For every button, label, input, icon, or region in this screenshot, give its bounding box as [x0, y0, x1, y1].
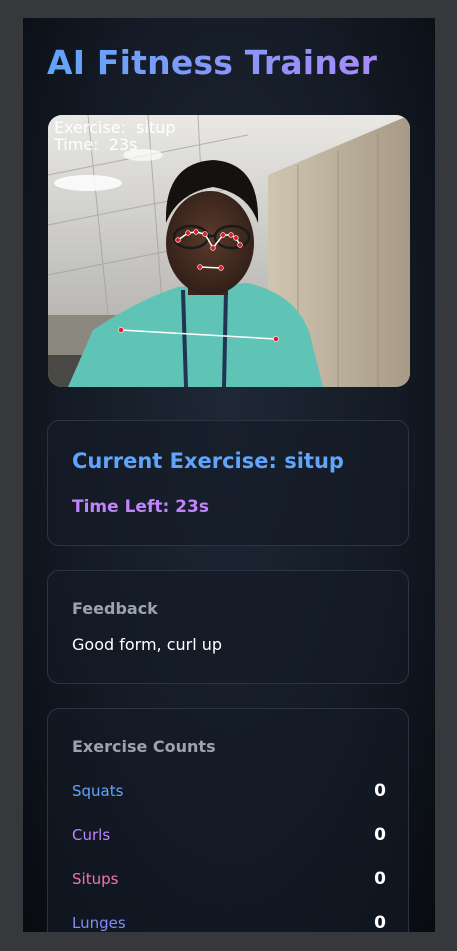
count-name: Lunges	[72, 914, 126, 932]
exercise-counts-card: Exercise Counts Squats 0 Curls 0 Situps …	[47, 708, 409, 932]
count-name: Situps	[72, 870, 119, 888]
feedback-text: Good form, curl up	[72, 635, 223, 654]
count-name: Squats	[72, 782, 124, 800]
count-name: Curls	[72, 826, 111, 844]
current-exercise-label: Current Exercise: situp	[72, 449, 344, 473]
feedback-card: Feedback Good form, curl up	[47, 570, 409, 684]
count-row-curls: Curls 0	[72, 824, 386, 846]
overlay-exercise-text: Exercise: situp	[54, 118, 176, 137]
current-exercise-card: Current Exercise: situp Time Left: 23s	[47, 420, 409, 546]
exercise-counts-heading: Exercise Counts	[72, 737, 216, 756]
count-row-lunges: Lunges 0	[72, 912, 386, 932]
count-row-situps: Situps 0	[72, 868, 386, 890]
ceiling-light	[54, 175, 122, 191]
count-value: 0	[374, 869, 386, 889]
count-value: 0	[374, 825, 386, 845]
count-value: 0	[374, 781, 386, 801]
count-row-squats: Squats 0	[72, 780, 386, 802]
camera-feed: Exercise: situp Time: 23s	[48, 115, 410, 387]
app-title: AI Fitness Trainer	[47, 43, 378, 82]
overlay-time-text: Time: 23s	[54, 135, 138, 154]
camera-frame	[48, 115, 410, 387]
count-value: 0	[374, 913, 386, 932]
app-panel: AI Fitness Trainer Exercise: situp Time:…	[23, 18, 435, 932]
feedback-heading: Feedback	[72, 599, 158, 618]
time-left-label: Time Left: 23s	[72, 497, 209, 517]
